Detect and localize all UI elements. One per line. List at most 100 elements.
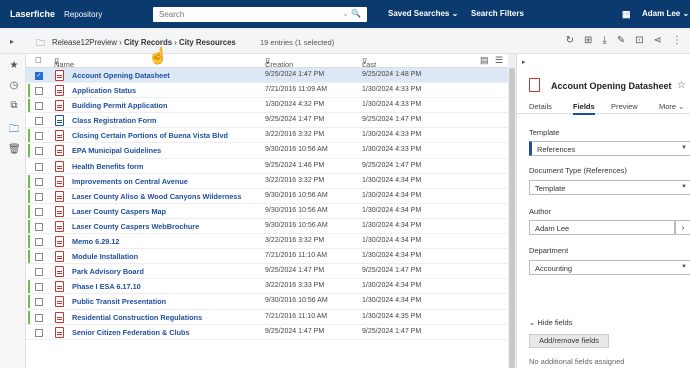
row-checkbox[interactable]: [35, 238, 43, 247]
row-checkbox[interactable]: [35, 87, 43, 96]
row-checkbox[interactable]: [35, 102, 43, 111]
table-row[interactable]: Health Benefits form 9/25/2024 1:46 PM 9/2…: [26, 159, 508, 174]
entry-name[interactable]: EPA Municipal Guidelines: [72, 146, 161, 155]
row-checkbox[interactable]: [35, 253, 43, 262]
trash-icon[interactable]: 🗑: [8, 144, 21, 156]
search-dropdown-icon[interactable]: ⌄ 🔍: [342, 9, 361, 18]
table-row[interactable]: Public Transit Presentation 9/30/2016 10:…: [26, 294, 508, 310]
row-checkbox[interactable]: [35, 283, 43, 292]
apps-grid-icon[interactable]: ▦: [622, 9, 631, 20]
refresh-icon[interactable]: ↻: [566, 35, 574, 46]
table-row[interactable]: Application Status 7/21/2016 11:09 AM 1/30…: [26, 83, 508, 99]
entry-name[interactable]: Memo 6.29.12: [72, 237, 119, 246]
breadcrumb-root[interactable]: Release12Preview: [52, 38, 117, 47]
table-row[interactable]: Senior Citizen Federation & Clubs 9/25/20…: [26, 325, 508, 340]
scrollbar-thumb[interactable]: [509, 68, 515, 368]
table-row[interactable]: Module Installation 7/21/2016 11:10 AM 1/3…: [26, 249, 508, 265]
entry-name[interactable]: Phase I ESA 6.17.10: [72, 282, 141, 291]
more-options-icon[interactable]: ⋮: [672, 35, 682, 46]
tab-more[interactable]: More ⌄: [659, 102, 684, 111]
search-box[interactable]: ⌄ 🔍: [153, 7, 367, 22]
favorite-star-icon[interactable]: ☆: [677, 80, 686, 91]
entry-name[interactable]: Public Transit Presentation: [72, 297, 166, 306]
author-lookup-button[interactable]: ›: [675, 220, 690, 235]
row-checkbox[interactable]: [35, 192, 43, 201]
entry-name[interactable]: Park Advisory Board: [72, 267, 144, 276]
row-checkbox[interactable]: [35, 117, 43, 126]
author-field[interactable]: Adam Lee: [529, 220, 675, 235]
row-checkbox[interactable]: ✓: [35, 72, 43, 80]
entry-name[interactable]: Application Status: [72, 86, 136, 95]
department-select[interactable]: Accounting ▼: [529, 260, 690, 275]
table-row[interactable]: Laser County Caspers Map 9/30/2016 10:56 …: [26, 204, 508, 219]
entry-name[interactable]: Residential Construction Regulations: [72, 313, 202, 322]
expand-nav-icon[interactable]: ▸: [10, 37, 14, 46]
table-row[interactable]: Phase I ESA 6.17.10 3/22/2016 3:33 PM 1/30…: [26, 279, 508, 295]
column-last-modified[interactable]: Last modified ⊽: [362, 57, 390, 78]
row-checkbox[interactable]: [35, 328, 43, 337]
saved-searches-button[interactable]: Saved Searches ⌄: [388, 9, 458, 18]
search-filters-button[interactable]: Search Filters: [471, 9, 524, 18]
brand-logo[interactable]: Laserfiche: [10, 9, 55, 19]
doctype-select[interactable]: Template ▼: [529, 180, 690, 195]
table-row[interactable]: Building Permit Application 1/30/2024 4:3…: [26, 98, 508, 114]
table-row[interactable]: Laser County Aliso & Wood Canyons Wilder…: [26, 189, 508, 204]
table-row[interactable]: Residential Construction Regulations 7/21…: [26, 310, 508, 325]
row-checkbox[interactable]: [35, 268, 43, 277]
entry-name[interactable]: Laser County Caspers WebBrochure: [72, 222, 199, 231]
entry-name[interactable]: Laser County Caspers Map: [72, 207, 166, 216]
row-checkbox[interactable]: [35, 222, 43, 231]
grid-view-icon[interactable]: ▤: [480, 55, 489, 66]
doctype-label: Document Type (References): [529, 166, 627, 175]
template-select[interactable]: References ▼: [529, 141, 690, 156]
row-checkbox[interactable]: [35, 132, 43, 141]
entry-name[interactable]: Closing Certain Portions of Buena Vista …: [72, 131, 228, 140]
table-row[interactable]: Laser County Caspers WebBrochure 9/30/201…: [26, 219, 508, 235]
table-row[interactable]: ✓ Account Opening Datasheet 9/25/2024 1:47…: [26, 68, 508, 84]
hide-fields-toggle[interactable]: ⌄ Hide fields: [529, 318, 572, 327]
list-scrollbar[interactable]: [508, 54, 516, 368]
new-folder-icon[interactable]: ⊞: [584, 35, 592, 46]
collapse-panel-icon[interactable]: ▸: [522, 58, 526, 66]
user-menu[interactable]: Adam Lee ⌄: [642, 9, 689, 18]
entry-name[interactable]: Senior Citizen Federation & Clubs: [72, 328, 190, 337]
table-row[interactable]: EPA Municipal Guidelines 9/30/2016 10:56 …: [26, 143, 508, 159]
row-checkbox[interactable]: [35, 313, 43, 322]
table-row[interactable]: Park Advisory Board 9/25/2024 1:47 PM 9/25…: [26, 264, 508, 280]
list-view-icon[interactable]: ☰: [495, 55, 503, 66]
table-row[interactable]: Memo 6.29.12 3/22/2016 3:32 PM 1/30/2024 4…: [26, 234, 508, 250]
tab-preview[interactable]: Preview: [611, 102, 638, 111]
entry-name[interactable]: Laser County Aliso & Wood Canyons Wilder…: [72, 192, 241, 201]
row-checkbox[interactable]: [35, 207, 43, 216]
entry-name[interactable]: Account Opening Datasheet: [72, 71, 170, 80]
recent-icon[interactable]: ◷: [8, 80, 20, 92]
download-icon[interactable]: ⤓: [602, 35, 606, 46]
tab-fields[interactable]: Fields: [573, 102, 595, 115]
entry-name[interactable]: Building Permit Application: [72, 101, 167, 110]
entry-name[interactable]: Module Installation: [72, 252, 138, 261]
row-checkbox[interactable]: [35, 162, 43, 171]
table-row[interactable]: Improvements on Central Avenue 3/22/2016 …: [26, 174, 508, 189]
preview-icon[interactable]: ⊡: [635, 35, 643, 46]
share-icon[interactable]: ⋖: [654, 35, 662, 46]
select-all-checkbox[interactable]: ☐: [35, 56, 42, 65]
tab-details[interactable]: Details: [529, 102, 552, 111]
favorites-star-icon[interactable]: ★: [8, 60, 20, 72]
entry-name[interactable]: Health Benefits form: [72, 162, 143, 171]
repository-link[interactable]: Repository: [64, 10, 102, 19]
table-row[interactable]: Class Registration Form 9/25/2024 1:47 PM…: [26, 113, 508, 129]
add-remove-fields-button[interactable]: Add/remove fields: [529, 334, 609, 348]
repository-folder-icon[interactable]: 🗀: [8, 122, 20, 135]
row-checkbox[interactable]: [35, 177, 43, 186]
column-name[interactable]: Name ⊽: [54, 57, 74, 69]
entry-name[interactable]: Improvements on Central Avenue: [72, 177, 188, 186]
edit-icon[interactable]: ✎: [617, 35, 625, 46]
entry-name[interactable]: Class Registration Form: [72, 116, 156, 125]
table-row[interactable]: Closing Certain Portions of Buena Vista …: [26, 128, 508, 144]
toolbar: ▸ 🗀 Release12Preview › City Records › Ci…: [0, 30, 690, 54]
column-creation-date[interactable]: Creation date ⊽: [265, 57, 293, 78]
search-input[interactable]: [159, 10, 329, 19]
row-checkbox[interactable]: [35, 298, 43, 307]
shared-icon[interactable]: ⧉: [8, 100, 20, 112]
row-checkbox[interactable]: [35, 147, 43, 156]
